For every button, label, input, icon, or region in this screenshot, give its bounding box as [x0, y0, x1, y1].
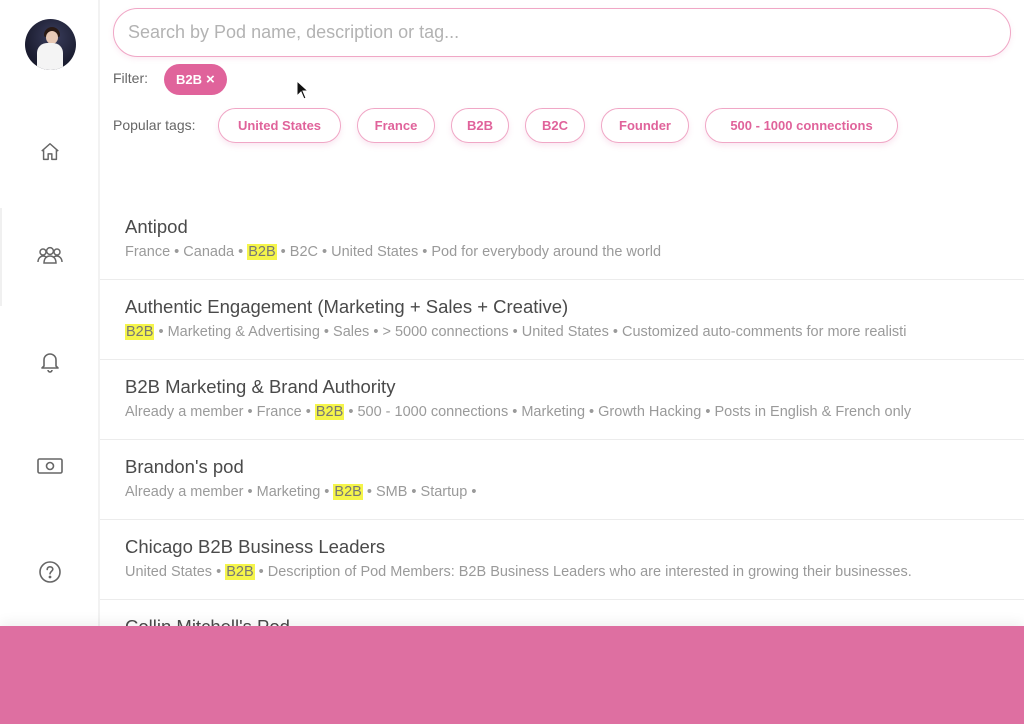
pod-meta: Already a member • Marketing • B2B • SMB…	[125, 484, 1015, 500]
highlighted-tag: B2B	[333, 484, 363, 500]
pod-tag: United States	[521, 324, 609, 340]
pod-tag: Marketing & Advertising	[167, 324, 320, 340]
pod-tag: Customized auto-comments for more realis…	[621, 324, 907, 340]
pod-row[interactable]: Brandon's pod Already a member • Marketi…	[100, 440, 1024, 520]
pod-tag: Already a member	[125, 484, 244, 500]
separator: •	[467, 484, 477, 500]
pod-name: Chicago B2B Business Leaders	[125, 536, 386, 557]
pod-tag: France	[256, 404, 302, 420]
pod-tag: SMB	[375, 484, 408, 500]
pod-row[interactable]: Authentic Engagement (Marketing + Sales …	[100, 280, 1024, 360]
pod-tag: Startup	[420, 484, 468, 500]
active-filter-label: B2B	[176, 72, 203, 87]
separator: •	[407, 484, 421, 500]
tag-france[interactable]: France	[357, 108, 435, 143]
bell-icon[interactable]	[34, 346, 66, 378]
separator: •	[319, 324, 334, 340]
separator: •	[418, 244, 432, 260]
filter-label: Filter:	[113, 70, 148, 86]
separator: •	[585, 404, 599, 420]
separator: •	[170, 244, 184, 260]
bottom-overlay-bar	[0, 626, 1024, 724]
money-icon[interactable]	[34, 450, 66, 482]
separator: •	[301, 404, 315, 420]
separator: •	[243, 484, 257, 500]
pod-tag: Pod for everybody around the world	[431, 244, 662, 260]
search-input[interactable]	[113, 8, 1011, 57]
pod-tag: Already a member	[125, 404, 244, 420]
pod-tag: Marketing	[256, 484, 321, 500]
pod-tag: B2C	[289, 244, 318, 260]
separator: •	[234, 244, 248, 260]
close-icon[interactable]: ×	[206, 71, 215, 88]
pod-meta: B2B • Marketing & Advertising • Sales • …	[125, 324, 1015, 340]
separator: •	[320, 484, 334, 500]
pod-meta: Already a member • France • B2B • 500 - …	[125, 404, 1015, 420]
avatar[interactable]	[25, 19, 76, 70]
pod-tag: Marketing	[521, 404, 586, 420]
tag-united-states[interactable]: United States	[218, 108, 341, 143]
pod-tag: > 5000 connections	[382, 324, 509, 340]
pod-tag: Sales	[333, 324, 370, 340]
pod-meta: France • Canada • B2B • B2C • United Sta…	[125, 244, 1015, 260]
active-filter-chip[interactable]: B2B ×	[164, 64, 227, 95]
separator: •	[344, 404, 358, 420]
pod-row[interactable]: Antipod France • Canada • B2B • B2C • Un…	[100, 200, 1024, 280]
pod-row[interactable]: Chicago B2B Business Leaders United Stat…	[100, 520, 1024, 600]
pod-list: Antipod France • Canada • B2B • B2C • Un…	[100, 200, 1024, 630]
pod-row[interactable]: B2B Marketing & Brand Authority Already …	[100, 360, 1024, 440]
home-icon[interactable]	[34, 136, 66, 168]
pod-tag: United States	[331, 244, 419, 260]
separator: •	[369, 324, 383, 340]
separator: •	[508, 404, 522, 420]
pod-tag: Description of Pod Members: B2B Business…	[267, 564, 912, 580]
popular-tags-label: Popular tags:	[113, 117, 196, 133]
sidebar	[0, 0, 100, 724]
help-icon[interactable]	[34, 556, 66, 588]
people-icon[interactable]	[34, 240, 66, 272]
pod-tag: Posts in English & French only	[714, 404, 912, 420]
pod-name: B2B Marketing & Brand Authority	[125, 376, 396, 397]
highlighted-tag: B2B	[247, 244, 277, 260]
pod-name: Brandon's pod	[125, 456, 244, 477]
tag-b2c[interactable]: B2C	[525, 108, 585, 143]
mouse-cursor-icon	[296, 80, 310, 100]
pod-tag: Growth Hacking	[598, 404, 702, 420]
highlighted-tag: B2B	[125, 324, 155, 340]
pod-tag: United States	[125, 564, 213, 580]
separator: •	[212, 564, 226, 580]
tag-founder[interactable]: Founder	[601, 108, 689, 143]
active-nav-indicator	[0, 208, 2, 306]
highlighted-tag: B2B	[225, 564, 255, 580]
pod-name: Antipod	[125, 216, 188, 237]
separator: •	[701, 404, 715, 420]
separator: •	[362, 484, 376, 500]
separator: •	[254, 564, 268, 580]
tag-500-1000-connections[interactable]: 500 - 1000 connections	[705, 108, 898, 143]
highlighted-tag: B2B	[314, 404, 345, 420]
tag-b2b[interactable]: B2B	[451, 108, 509, 143]
separator: •	[276, 244, 290, 260]
separator: •	[243, 404, 257, 420]
pod-tag: France	[125, 244, 171, 260]
app: Filter: B2B × Popular tags: United State…	[0, 0, 1024, 724]
separator: •	[608, 324, 622, 340]
separator: •	[508, 324, 522, 340]
pod-tag: Canada	[183, 244, 235, 260]
pod-name: Authentic Engagement (Marketing + Sales …	[125, 296, 569, 317]
separator: •	[154, 324, 168, 340]
pod-tag: 500 - 1000 connections	[357, 404, 509, 420]
separator: •	[318, 244, 332, 260]
pod-meta: United States • B2B • Description of Pod…	[125, 564, 1015, 580]
